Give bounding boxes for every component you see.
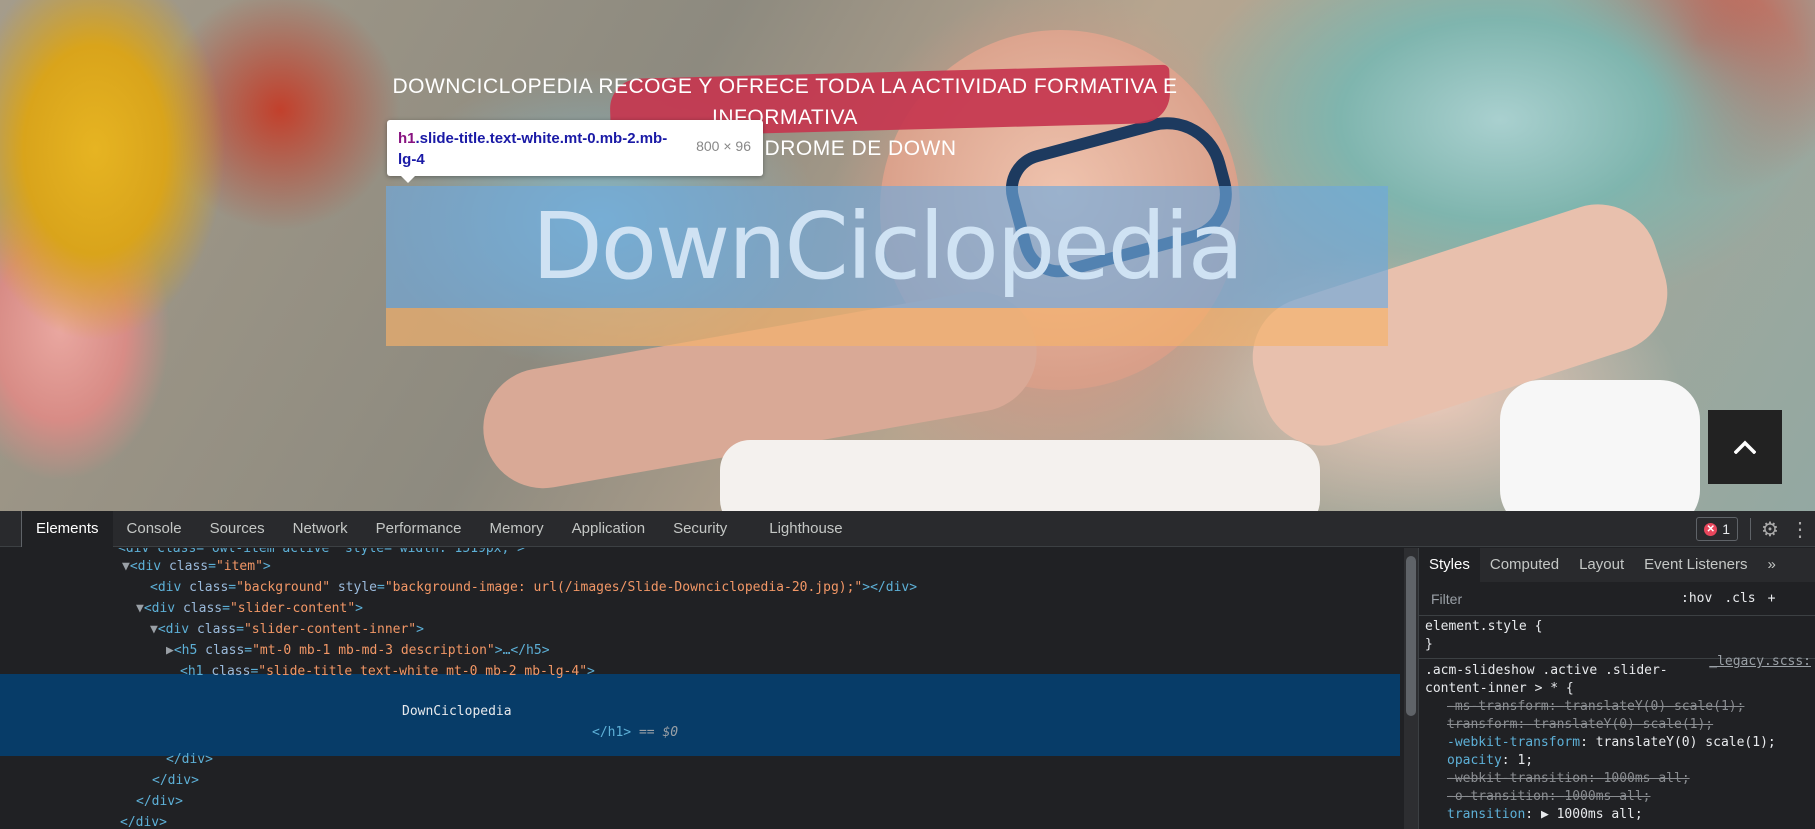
css-declaration[interactable]: -ms-transform: translateY(0) scale(1); <box>1425 698 1809 716</box>
selected-closing-tag: </h1> <box>592 725 632 740</box>
expand-triangle-icon[interactable]: ▼ <box>136 601 144 616</box>
toolbar-divider <box>1750 518 1751 540</box>
class-toggle[interactable]: .cls <box>1718 591 1761 606</box>
dom-node-h5-description[interactable]: ▶<h5 class="mt-0 mb-1 mb-md-3 descriptio… <box>166 640 1418 661</box>
tab-elements[interactable]: Elements <box>22 510 113 547</box>
css-declaration[interactable]: opacity: 1; <box>1425 752 1809 770</box>
closing-div-tag: </div> <box>152 773 199 788</box>
error-icon: ✕ <box>1704 522 1718 536</box>
error-count: 1 <box>1722 521 1730 537</box>
devtools-dock-edge[interactable] <box>0 510 22 547</box>
slide-title: DownCiclopedia <box>531 193 1244 300</box>
tab-event-listeners[interactable]: Event Listeners <box>1634 548 1757 582</box>
devtools-panel: Elements Console Sources Network Perform… <box>0 510 1815 829</box>
css-property-name: transition <box>1447 807 1526 822</box>
dom-node-h1-selected[interactable]: <h1 class="slide-title text-white mt-0 m… <box>180 661 1418 682</box>
chevron-up-icon <box>1734 440 1756 454</box>
dom-close-3: </div> <box>136 791 1418 812</box>
rule-declarations: -ms-transform: translateY(0) scale(1); tr… <box>1425 698 1809 824</box>
selected-node-marker: == $0 <box>638 725 679 740</box>
dom-close-2: </div> <box>152 770 1418 791</box>
css-declaration[interactable]: transform: translateY(0) scale(1); <box>1425 716 1809 734</box>
dom-node-item[interactable]: ▼<div class="item"> <box>122 556 1418 577</box>
css-property-name: opacity <box>1447 753 1502 768</box>
css-declaration[interactable]: -webkit-transform: translateY(0) scale(1… <box>1425 734 1809 752</box>
css-property-name: -ms-transform <box>1447 699 1549 714</box>
tab-layout[interactable]: Layout <box>1569 548 1634 582</box>
error-counter-button[interactable]: ✕ 1 <box>1696 517 1738 541</box>
inspect-highlight-margin <box>386 308 1388 346</box>
css-declaration[interactable]: -o-transition: 1000ms all; <box>1425 788 1809 806</box>
double-chevron-right-icon[interactable]: » <box>1758 548 1786 582</box>
elements-tree: <div class="owl-item active" style="widt… <box>0 548 1418 829</box>
dom-node-text: <div class="owl-item active" style="widt… <box>118 548 525 556</box>
styles-tabbar: Styles Computed Layout Event Listeners » <box>1419 548 1815 582</box>
styles-rules: element.style { } .acm-slideshow .active… <box>1419 616 1815 826</box>
inspect-tooltip: h1.slide-title.text-white.mt-0.mb-2.mb-l… <box>387 120 763 183</box>
elements-scrollbar[interactable] <box>1404 548 1418 829</box>
closing-div-tag: </div> <box>166 752 213 767</box>
tab-network[interactable]: Network <box>279 511 362 547</box>
tab-lighthouse[interactable]: Lighthouse <box>755 511 856 547</box>
rule-selector-line2[interactable]: content-inner > * { <box>1425 680 1809 698</box>
expand-triangle-icon[interactable]: ▼ <box>150 622 158 637</box>
inspect-tooltip-tag: h1 <box>398 130 416 147</box>
hero-slide: DOWNCICLOPEDIA RECOGE Y OFRECE TODA LA A… <box>0 0 1815 511</box>
hero-photo-shirt-right <box>1500 380 1700 511</box>
css-property-value: ▶ 1000ms all; <box>1540 807 1643 822</box>
css-property-value: translateY(0) scale(1); <box>1533 717 1714 732</box>
css-declaration[interactable]: transition: ▶ 1000ms all; <box>1425 806 1809 824</box>
css-property-name: -webkit-transform <box>1447 735 1581 750</box>
inspect-tooltip-size: 800 × 96 <box>696 138 751 154</box>
tab-console[interactable]: Console <box>113 511 196 547</box>
closing-div-tag: </div> <box>136 794 183 809</box>
closing-div-tag: </div> <box>120 815 167 829</box>
css-property-value: translateY(0) scale(1); <box>1564 699 1745 714</box>
styles-sidebar: Styles Computed Layout Event Listeners »… <box>1418 548 1815 829</box>
css-property-value: 1000ms all; <box>1603 771 1690 786</box>
more-options-icon[interactable]: ⋮ <box>1785 511 1815 547</box>
inspect-tooltip-classes: .slide-title.text-white.mt-0.mb-2.mb-lg-… <box>398 130 668 168</box>
selected-tag-name: h1 <box>187 664 204 679</box>
tab-styles[interactable]: Styles <box>1419 548 1480 582</box>
hover-state-toggle[interactable]: :hov <box>1675 591 1718 606</box>
css-property-value: 1000ms all; <box>1564 789 1651 804</box>
devtools-tabbar: Elements Console Sources Network Perform… <box>0 510 1815 547</box>
devtools-tabbar-actions: ✕ 1 ⚙ ⋮ <box>1696 511 1815 547</box>
elements-scrollbar-thumb[interactable] <box>1406 556 1416 716</box>
rule-source-link[interactable]: _legacy.scss: <box>1709 654 1811 669</box>
css-property-value: translateY(0) scale(1); <box>1595 735 1776 750</box>
dom-node-slider-content-inner[interactable]: ▼<div class="slider-content-inner"> <box>150 619 1418 640</box>
settings-gear-icon[interactable]: ⚙ <box>1755 511 1785 547</box>
collapse-triangle-icon[interactable]: ▶ <box>166 643 174 658</box>
hero-photo-shirt <box>720 440 1320 511</box>
tab-memory[interactable]: Memory <box>476 511 558 547</box>
dom-node-slider-content[interactable]: ▼<div class="slider-content"> <box>136 598 1418 619</box>
css-declaration[interactable]: -webkit-transition: 1000ms all; <box>1425 770 1809 788</box>
dom-close-4: </div> <box>120 812 1418 829</box>
element-style-close: } <box>1425 637 1433 652</box>
dom-node-h1-text: DownCiclopedia <box>402 701 1418 722</box>
element-style-selector[interactable]: element.style { <box>1425 618 1809 636</box>
expand-triangle-icon[interactable]: ▼ <box>122 559 130 574</box>
tab-sources[interactable]: Sources <box>196 511 279 547</box>
inspect-tooltip-selector: h1.slide-title.text-white.mt-0.mb-2.mb-l… <box>398 128 678 170</box>
tab-security[interactable]: Security <box>659 511 741 547</box>
selected-node-text: DownCiclopedia <box>402 704 512 719</box>
css-property-value: 1; <box>1517 753 1534 768</box>
styles-filter-row: :hov .cls + <box>1419 582 1815 616</box>
tab-performance[interactable]: Performance <box>362 511 476 547</box>
dom-node-h1-close: </h1> == $0 <box>592 722 1418 743</box>
tab-application[interactable]: Application <box>558 511 659 547</box>
css-property-name: transform <box>1447 717 1518 732</box>
scroll-to-top-button[interactable] <box>1708 410 1782 484</box>
styles-filter-input[interactable] <box>1425 586 1675 611</box>
css-property-name: -o-transition <box>1447 789 1549 804</box>
dom-close-1: </div> <box>166 749 1418 770</box>
dom-node-background[interactable]: <div class="background" style="backgroun… <box>150 577 1418 598</box>
add-rule-icon[interactable]: + <box>1762 591 1782 606</box>
css-property-name: -webkit-transition <box>1447 771 1588 786</box>
tab-computed[interactable]: Computed <box>1480 548 1569 582</box>
selected-class-value: slide-title text-white mt-0 mb-2 mb-lg-4 <box>266 664 580 679</box>
